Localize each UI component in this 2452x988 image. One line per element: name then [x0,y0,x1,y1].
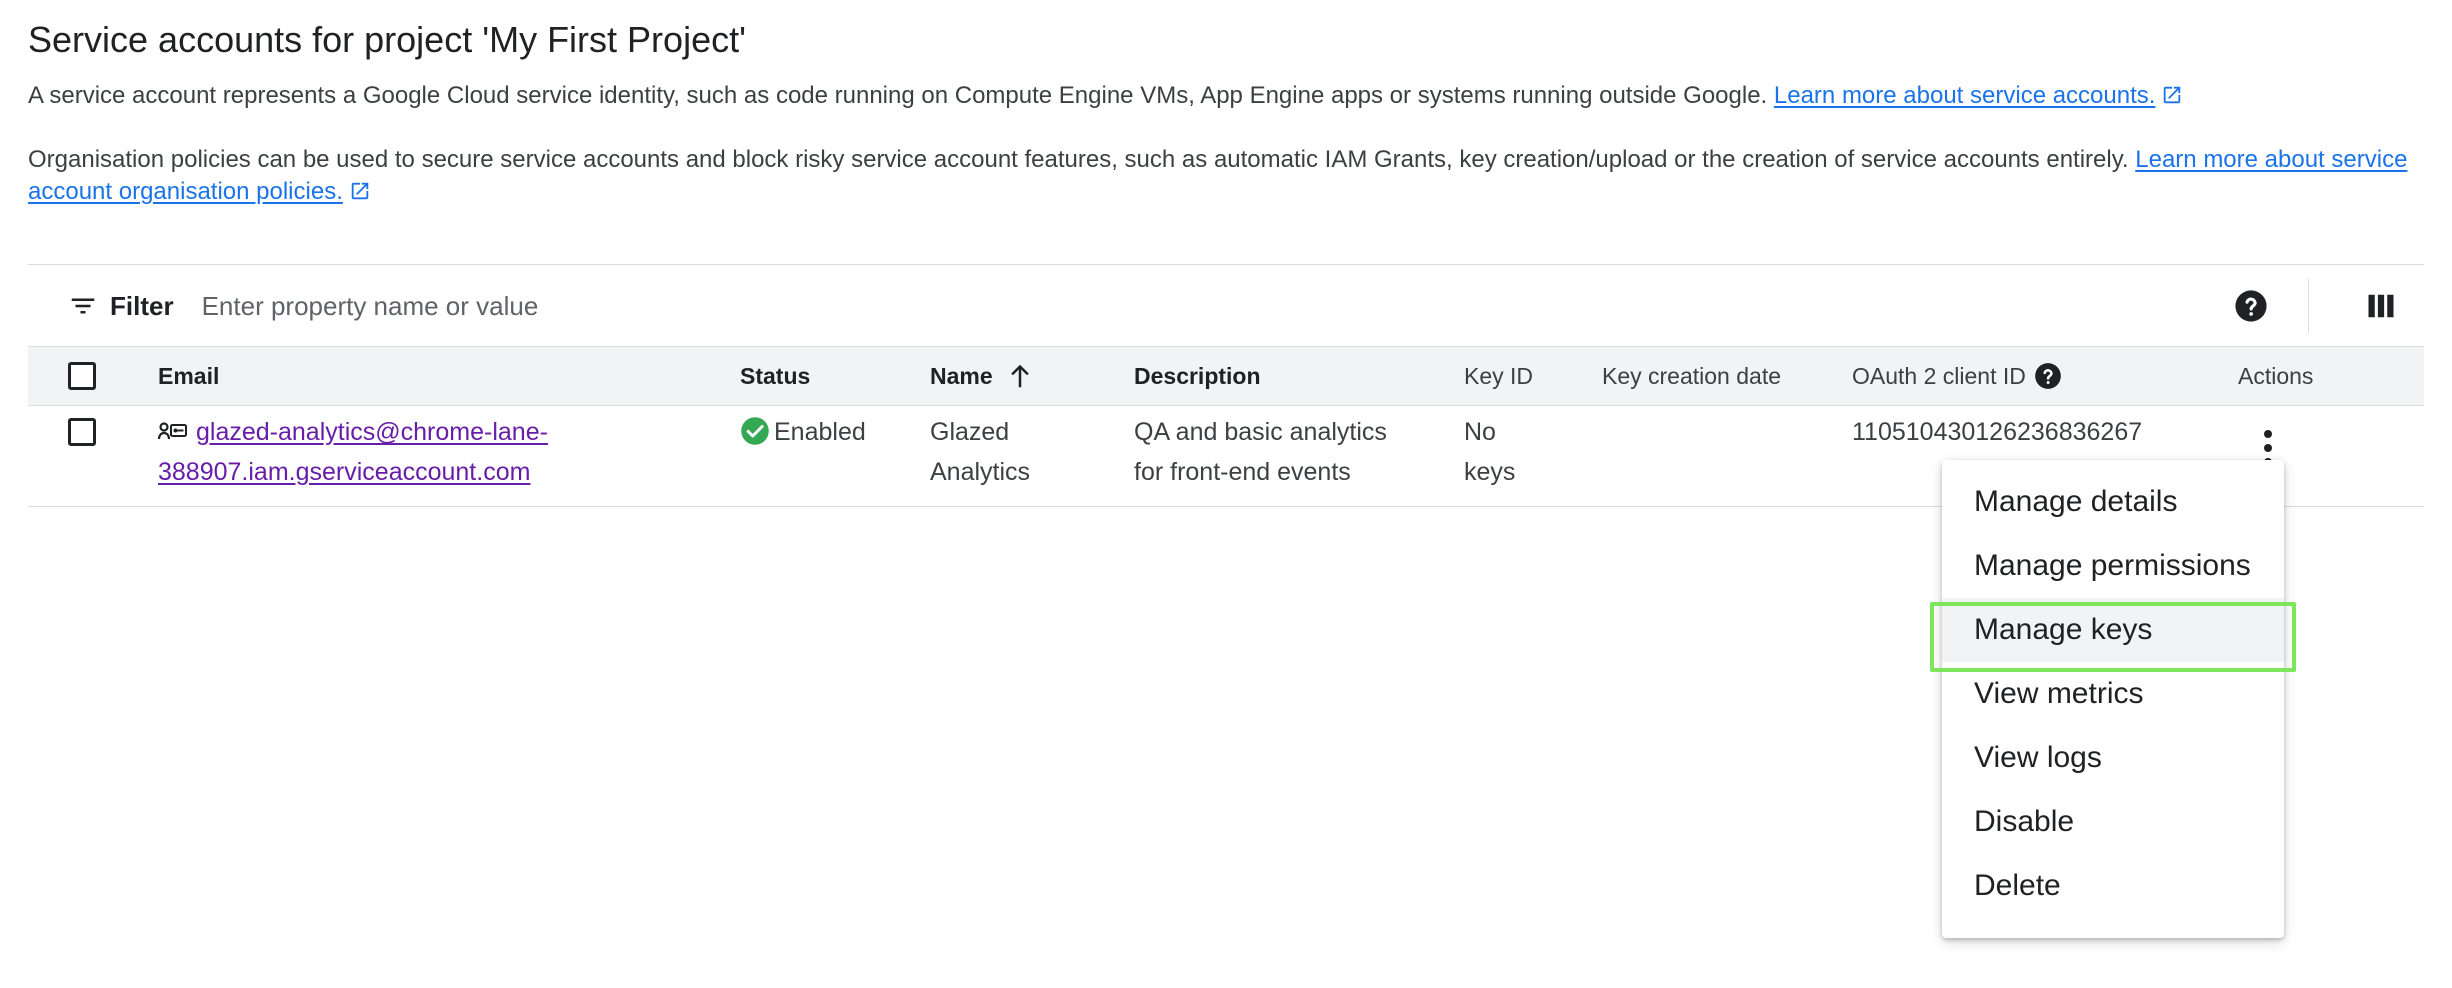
page-title: Service accounts for project 'My First P… [28,19,746,60]
column-header-oauth-label: OAuth 2 client ID [1852,362,2026,389]
column-header-key-id[interactable]: Key ID [1464,347,1533,405]
column-display-icon[interactable] [2366,291,2396,321]
column-header-name-label: Name [930,362,993,389]
menu-item-view-logs[interactable]: View logs [1942,726,2284,790]
menu-item-disable[interactable]: Disable [1942,790,2284,854]
filter-button[interactable]: Filter [68,291,174,322]
email-line-2: 388907.iam.gserviceaccount.com [158,458,531,486]
help-icon[interactable] [2034,362,2062,390]
intro-paragraph: A service account represents a Google Cl… [28,80,2428,112]
help-icon[interactable] [2234,289,2268,323]
open-in-new-icon[interactable] [2161,84,2183,106]
menu-item-manage-keys[interactable]: Manage keys [1942,598,2284,662]
service-account-email-link[interactable]: glazed-analytics@chrome-lane- 388907.iam.… [158,418,548,486]
select-all-checkbox[interactable] [68,362,96,390]
learn-more-service-accounts-link[interactable]: Learn more about service accounts. [1774,82,2156,109]
open-in-new-icon[interactable] [349,180,371,202]
column-header-description[interactable]: Description [1134,347,1261,405]
filter-label: Filter [110,290,174,321]
actions-menu: Manage details Manage permissions Manage… [1942,460,2284,938]
policy-paragraph: Organisation policies can be used to sec… [28,144,2428,208]
email-line-1: glazed-analytics@chrome-lane- [196,418,548,446]
menu-item-manage-permissions[interactable]: Manage permissions [1942,534,2284,598]
oauth-client-id-cell: 110510430126236836267 [1852,418,2143,446]
intro-text: A service account represents a Google Cl… [28,82,1774,109]
check-circle-icon [741,417,769,445]
filter-bar: Filter [28,264,2424,347]
key-id-line-1: No [1464,418,1496,446]
name-cell: Glazed Analytics [930,412,1030,492]
column-header-email[interactable]: Email [158,347,219,405]
status-cell: Enabled [740,412,866,452]
name-line-1: Glazed [930,418,1010,446]
status-text: Enabled [774,418,866,446]
service-accounts-page: Service accounts for project 'My First P… [0,0,2452,988]
table-header-row: Email Status Name Description Key ID Key… [28,346,2424,406]
column-header-actions: Actions [2238,362,2314,389]
column-header-status[interactable]: Status [740,347,810,405]
column-header-key-creation-date[interactable]: Key creation date [1602,347,1781,405]
email-cell: glazed-analytics@chrome-lane- 388907.iam.… [158,412,548,492]
filter-input[interactable] [199,289,2004,323]
arrow-up-icon [1010,364,1029,388]
name-line-2: Analytics [930,458,1031,486]
description-line-1: QA and basic analytics [1134,418,1387,446]
menu-item-view-metrics[interactable]: View metrics [1942,662,2284,726]
menu-item-delete[interactable]: Delete [1942,854,2284,918]
row-checkbox[interactable] [68,418,96,446]
key-id-line-2: keys [1464,458,1516,486]
filter-icon [71,298,95,314]
service-account-key-icon [158,422,187,440]
menu-item-manage-details[interactable]: Manage details [1942,470,2284,534]
column-header-name[interactable]: Name [930,347,1035,405]
policy-text: Organisation policies can be used to sec… [28,146,2136,173]
key-id-cell: No keys [1464,412,1515,492]
column-header-oauth-client-id[interactable]: OAuth 2 client ID [1852,347,2062,405]
toolbar-divider [2308,279,2309,333]
description-cell: QA and basic analytics for front-end eve… [1134,412,1387,492]
description-line-2: for front-end events [1134,458,1351,486]
